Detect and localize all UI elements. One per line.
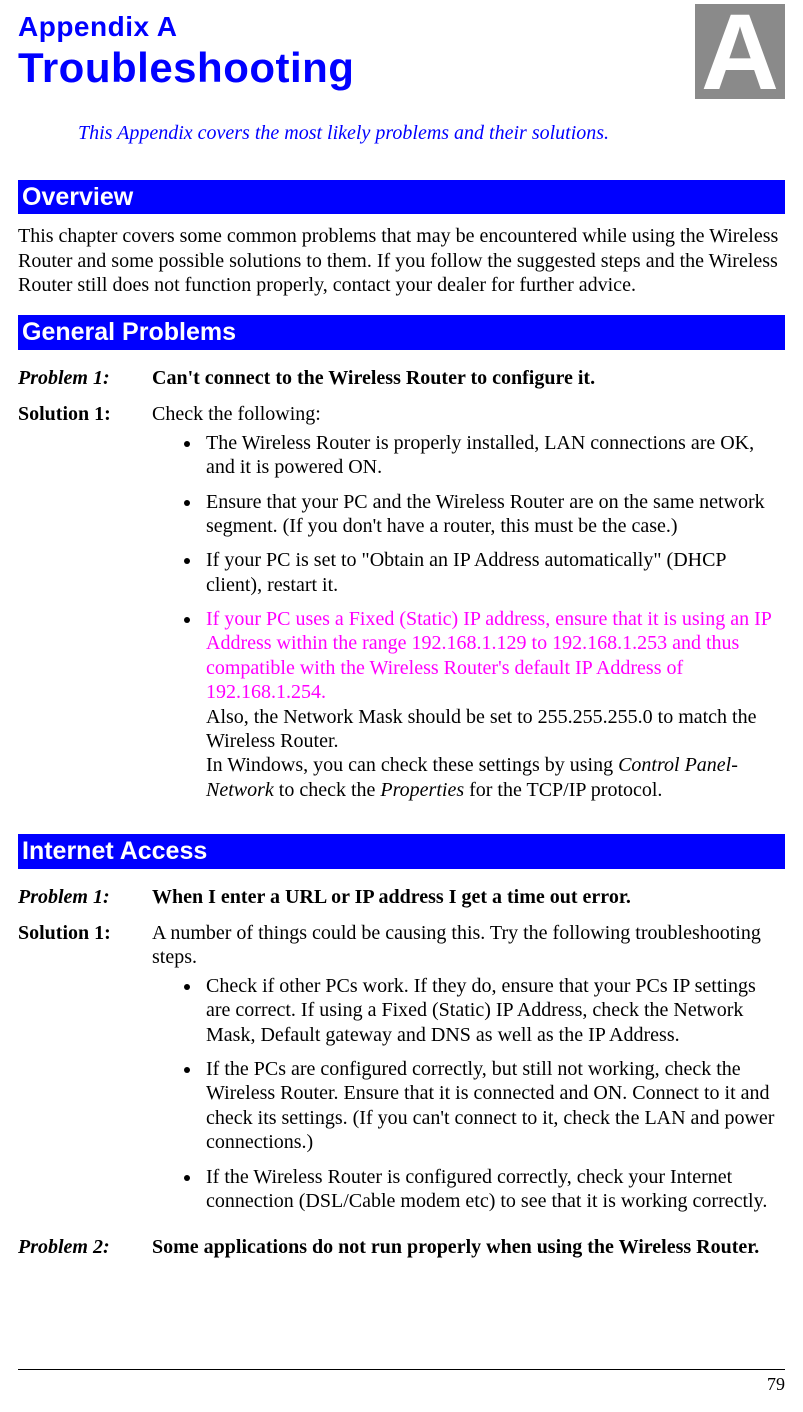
- page: Appendix A Troubleshooting A This Append…: [0, 0, 803, 1412]
- section-heading-internet-access: Internet Access: [18, 834, 785, 869]
- section-heading-overview: Overview: [18, 180, 785, 215]
- body-text: In Windows, you can check these settings…: [206, 754, 618, 776]
- problem-label: Problem 1:: [18, 879, 152, 915]
- solution-bullets: The Wireless Router is properly installe…: [152, 431, 779, 802]
- list-item: If the PCs are configured correctly, but…: [202, 1057, 779, 1155]
- problem-text: When I enter a URL or IP address I get a…: [152, 879, 785, 915]
- solution-label: Solution 1:: [18, 396, 152, 818]
- problem-label: Problem 1:: [18, 360, 152, 396]
- solution-body: Check the following: The Wireless Router…: [152, 396, 785, 818]
- list-item: Ensure that your PC and the Wireless Rou…: [202, 490, 779, 539]
- internet-access-table: Problem 1: When I enter a URL or IP addr…: [18, 879, 785, 1266]
- solution-body: A number of things could be causing this…: [152, 915, 785, 1229]
- list-item: Check if other PCs work. If they do, ens…: [202, 974, 779, 1047]
- section-heading-general-problems: General Problems: [18, 315, 785, 350]
- body-text: to check the: [274, 779, 381, 801]
- appendix-letter-icon: A: [695, 4, 785, 99]
- problem-text: Can't connect to the Wireless Router to …: [152, 360, 785, 396]
- page-header: Appendix A Troubleshooting A: [18, 10, 785, 93]
- list-item: If your PC is set to "Obtain an IP Addre…: [202, 548, 779, 597]
- page-title: Troubleshooting: [18, 42, 785, 93]
- appendix-label: Appendix A: [18, 10, 785, 44]
- body-text: for the TCP/IP protocol.: [464, 779, 662, 801]
- page-number: 79: [767, 1374, 785, 1394]
- body-text: Also, the Network Mask should be set to …: [206, 706, 757, 752]
- solution-label: Solution 1:: [18, 915, 152, 1229]
- solution-intro: Check the following:: [152, 403, 321, 425]
- overview-paragraph: This chapter covers some common problems…: [18, 224, 785, 297]
- list-item: The Wireless Router is properly installe…: [202, 431, 779, 480]
- italic-text: Properties: [380, 779, 464, 801]
- page-footer: 79: [18, 1369, 785, 1396]
- problem-text: Some applications do not run properly wh…: [152, 1229, 785, 1265]
- solution-bullets: Check if other PCs work. If they do, ens…: [152, 974, 779, 1214]
- general-problems-table: Problem 1: Can't connect to the Wireless…: [18, 360, 785, 818]
- highlighted-text: If your PC uses a Fixed (Static) IP addr…: [206, 608, 771, 703]
- list-item: If the Wireless Router is configured cor…: [202, 1165, 779, 1214]
- problem-label: Problem 2:: [18, 1229, 152, 1265]
- intro-text: This Appendix covers the most likely pro…: [78, 121, 785, 145]
- list-item: If your PC uses a Fixed (Static) IP addr…: [202, 607, 779, 802]
- solution-intro: A number of things could be causing this…: [152, 922, 761, 968]
